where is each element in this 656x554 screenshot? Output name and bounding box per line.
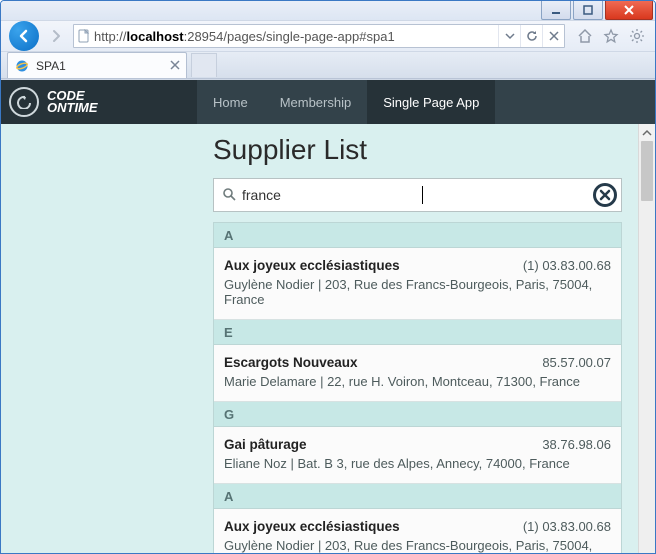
address-dropdown-icon[interactable] (498, 25, 520, 47)
list-group-header: G (214, 402, 621, 427)
app-brand: CODE ONTIME (1, 80, 197, 124)
window-titlebar (1, 1, 655, 21)
new-tab-button[interactable] (191, 53, 217, 77)
supplier-detail: Guylène Nodier | 203, Rue des Francs-Bou… (224, 277, 611, 307)
nav-item[interactable]: Membership (264, 80, 368, 124)
browser-tab-title: SPA1 (36, 59, 66, 73)
home-icon[interactable] (575, 26, 595, 46)
page-viewport: CODE ONTIME HomeMembershipSingle Page Ap… (1, 79, 655, 554)
search-input[interactable] (242, 179, 423, 211)
list-item[interactable]: Aux joyeux ecclésiastiques (1) 03.83.00.6… (214, 509, 621, 554)
browser-nav-bar: http://localhost:28954/pages/single-page… (1, 21, 655, 52)
list-item[interactable]: Gai pâturage 38.76.98.06 Eliane Noz | Bat.… (214, 427, 621, 484)
supplier-name: Escargots Nouveaux (224, 355, 358, 370)
supplier-detail: Guylène Nodier | 203, Rue des Francs-Bou… (224, 538, 611, 554)
supplier-detail: Marie Delamare | 22, rue H. Voiron, Mont… (224, 374, 611, 389)
window-maximize-button[interactable] (573, 1, 603, 20)
supplier-phone: (1) 03.83.00.68 (523, 519, 611, 534)
list-item[interactable]: Aux joyeux ecclésiastiques (1) 03.83.00.6… (214, 248, 621, 320)
supplier-name: Aux joyeux ecclésiastiques (224, 519, 400, 534)
supplier-list: A Aux joyeux ecclésiastiques (1) 03.83.00.… (213, 222, 622, 554)
nav-item[interactable]: Home (197, 80, 264, 124)
browser-window: http://localhost:28954/pages/single-page… (0, 0, 656, 554)
search-icon (222, 187, 236, 204)
app-body: Supplier List AAux jo (1, 124, 655, 554)
nav-item[interactable]: Single Page App (367, 80, 495, 124)
browser-tab[interactable]: SPA1 (7, 52, 187, 78)
page-title: Supplier List (197, 124, 638, 178)
browser-tab-strip: SPA1 (1, 52, 655, 79)
supplier-phone: 38.76.98.06 (542, 437, 611, 452)
tab-close-icon[interactable] (170, 59, 180, 73)
favorites-icon[interactable] (601, 26, 621, 46)
browser-forward-button[interactable] (45, 25, 67, 47)
refresh-icon[interactable] (520, 25, 542, 47)
window-close-button[interactable] (605, 1, 653, 20)
list-group-header: A (214, 223, 621, 248)
app-header: CODE ONTIME HomeMembershipSingle Page Ap… (1, 80, 655, 124)
scroll-thumb[interactable] (641, 141, 653, 201)
brand-back-icon[interactable] (9, 87, 39, 117)
window-minimize-button[interactable] (541, 1, 571, 20)
search-box[interactable] (213, 178, 622, 212)
list-item[interactable]: Escargots Nouveaux 85.57.00.07 Marie Delam… (214, 345, 621, 402)
scrollbar[interactable] (638, 124, 655, 554)
address-url: http://localhost:28954/pages/single-page… (94, 29, 498, 44)
address-bar[interactable]: http://localhost:28954/pages/single-page… (73, 24, 565, 48)
scroll-track[interactable] (639, 141, 655, 554)
settings-gear-icon[interactable] (627, 26, 647, 46)
brand-logo-text: CODE ONTIME (47, 90, 98, 114)
supplier-phone: 85.57.00.07 (542, 355, 611, 370)
text-caret (422, 186, 423, 204)
supplier-name: Gai pâturage (224, 437, 307, 452)
list-group-header: A (214, 484, 621, 509)
supplier-phone: (1) 03.83.00.68 (523, 258, 611, 273)
stop-icon[interactable] (542, 25, 564, 47)
app-root: CODE ONTIME HomeMembershipSingle Page Ap… (1, 80, 655, 554)
app-main: Supplier List AAux jo (197, 124, 655, 554)
list-group-header: E (214, 320, 621, 345)
app-nav: HomeMembershipSingle Page App (197, 80, 655, 124)
browser-back-button[interactable] (9, 21, 39, 51)
scroll-up-icon[interactable] (639, 124, 655, 141)
supplier-name: Aux joyeux ecclésiastiques (224, 258, 400, 273)
browser-toolbar-icons (575, 26, 647, 46)
app-side-column (1, 124, 197, 554)
clear-search-icon[interactable] (593, 183, 617, 207)
ie-favicon-icon (14, 58, 30, 74)
supplier-detail: Eliane Noz | Bat. B 3, rue des Alpes, An… (224, 456, 611, 471)
page-icon (74, 29, 94, 43)
